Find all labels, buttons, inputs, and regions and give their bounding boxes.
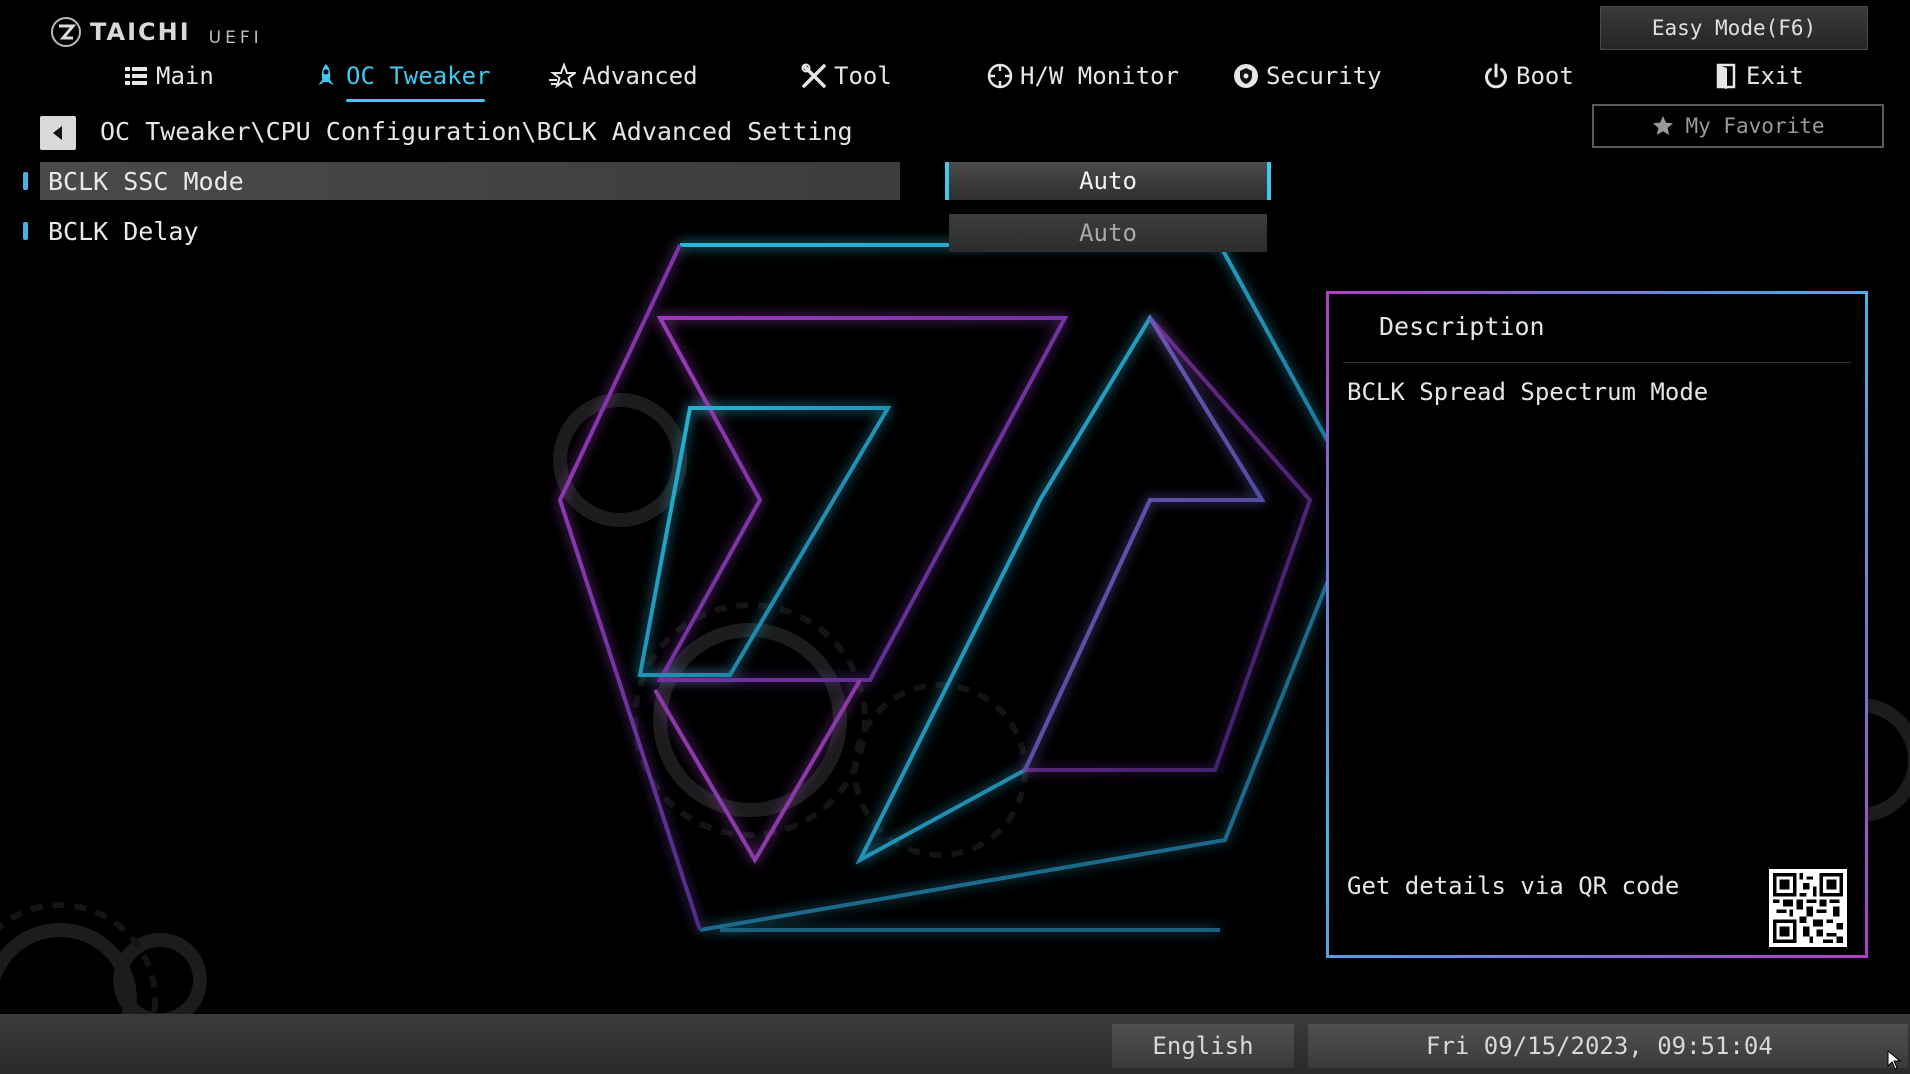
- tab-hw-monitor[interactable]: H/W Monitor: [986, 54, 1179, 98]
- tab-main[interactable]: Main: [122, 54, 214, 98]
- mouse-cursor-icon: [1887, 1050, 1901, 1070]
- tab-oc-tweaker-label: OC Tweaker: [346, 62, 491, 90]
- setting-bclk-delay[interactable]: BCLK Delay: [40, 212, 900, 250]
- description-title: Description: [1379, 312, 1545, 341]
- breadcrumb: OC Tweaker\CPU Configuration\BCLK Advanc…: [100, 117, 853, 146]
- qr-code-icon: [1773, 873, 1843, 943]
- tab-tool-label: Tool: [834, 62, 892, 90]
- arrow-left-icon: [53, 126, 62, 140]
- tab-main-label: Main: [156, 62, 214, 90]
- description-divider: [1343, 362, 1851, 363]
- language-button[interactable]: English: [1112, 1024, 1294, 1068]
- crosshair-icon: [987, 63, 1013, 89]
- row-marker: [23, 222, 28, 240]
- taichi-logo: TAICHI UEFI: [50, 14, 263, 50]
- tab-tool[interactable]: Tool: [800, 54, 892, 98]
- tab-boot-label: Boot: [1516, 62, 1574, 90]
- tab-hw-monitor-label: H/W Monitor: [1020, 62, 1179, 90]
- description-panel: Description BCLK Spread Spectrum Mode Ge…: [1326, 291, 1868, 958]
- tab-exit[interactable]: Exit: [1712, 54, 1804, 98]
- setting-bclk-ssc-mode[interactable]: BCLK SSC Mode: [40, 162, 900, 200]
- shield-icon: [1234, 64, 1258, 88]
- row-marker: [23, 172, 28, 190]
- tab-advanced-label: Advanced: [582, 62, 698, 90]
- qr-code[interactable]: [1769, 869, 1847, 947]
- star-icon: [1653, 116, 1674, 135]
- taichi-logo-icon: [51, 17, 81, 47]
- tab-security[interactable]: Security: [1232, 54, 1382, 98]
- rocket-icon: [318, 64, 334, 85]
- tab-boot[interactable]: Boot: [1482, 54, 1574, 98]
- tab-security-label: Security: [1266, 62, 1382, 90]
- description-text: BCLK Spread Spectrum Mode: [1347, 378, 1709, 406]
- qr-code-label: Get details via QR code: [1347, 872, 1680, 900]
- tools-icon: [801, 63, 826, 88]
- brand-name: TAICHI: [90, 18, 191, 46]
- tab-oc-tweaker[interactable]: OC Tweaker: [312, 54, 491, 102]
- date-time-display: Fri 09/15/2023, 09:51:04: [1308, 1024, 1908, 1068]
- tab-exit-label: Exit: [1746, 62, 1804, 90]
- setting-bclk-ssc-mode-value[interactable]: Auto: [945, 162, 1271, 200]
- setting-bclk-delay-value[interactable]: Auto: [949, 214, 1267, 252]
- brand-sub: UEFI: [208, 28, 263, 48]
- list-icon: [125, 67, 147, 85]
- back-button[interactable]: [40, 116, 76, 150]
- exit-door-icon: [1716, 63, 1736, 89]
- my-favorite-button[interactable]: My Favorite: [1592, 104, 1884, 148]
- main-navigation: Main OC Tweaker Advanced Tool H/W Monito…: [0, 54, 1910, 102]
- tab-advanced[interactable]: Advanced: [548, 54, 698, 98]
- star-icon: [549, 62, 576, 89]
- my-favorite-label: My Favorite: [1685, 114, 1825, 138]
- easy-mode-button[interactable]: Easy Mode(F6): [1600, 6, 1868, 50]
- power-icon: [1485, 63, 1507, 89]
- date-time-text: Fri 09/15/2023, 09:51:04: [1426, 1032, 1773, 1060]
